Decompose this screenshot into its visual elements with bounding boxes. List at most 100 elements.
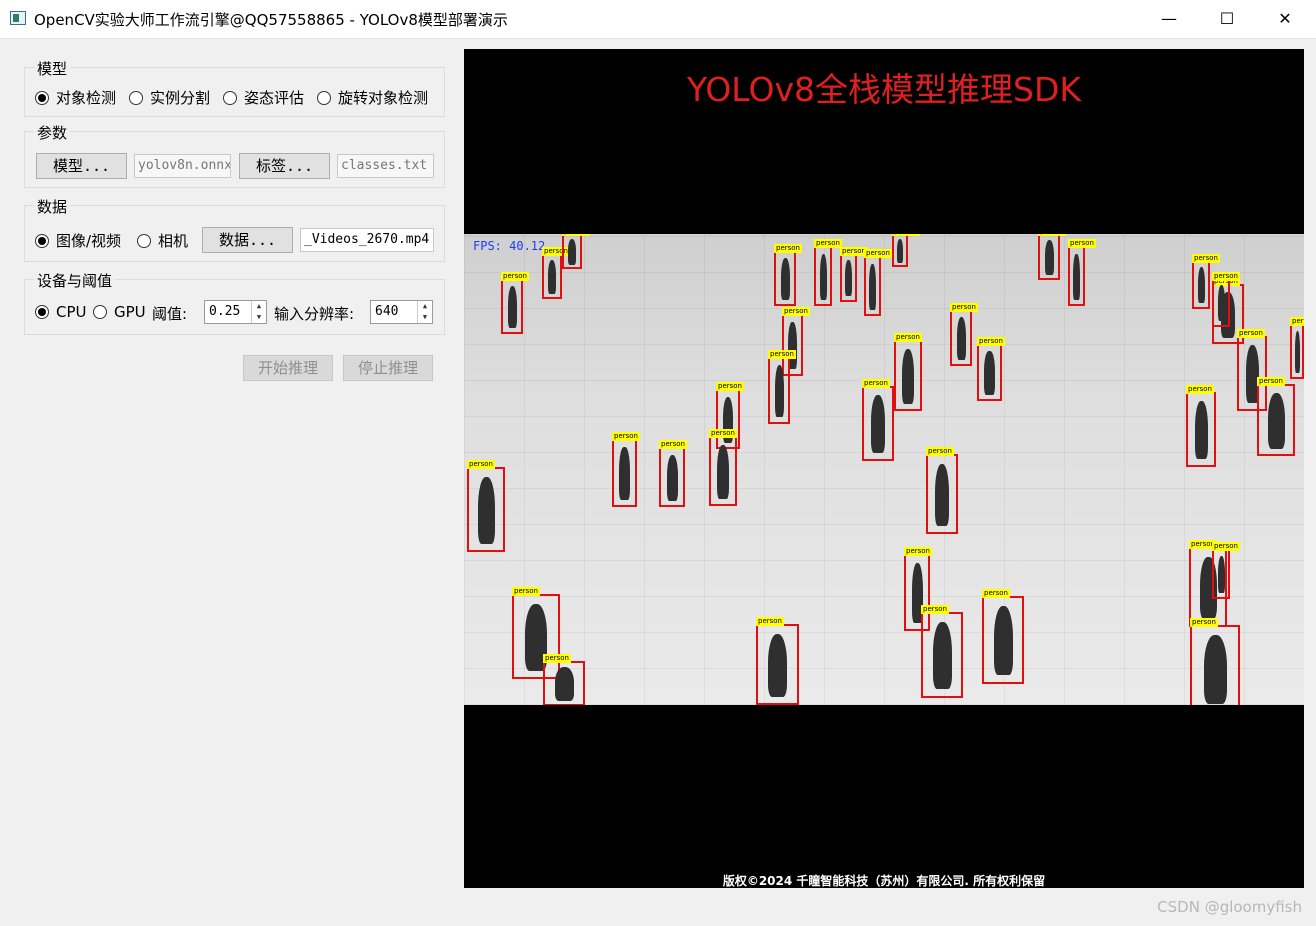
resolution-spinbox[interactable]: 640 ▲ ▼ <box>370 300 433 324</box>
person-figure <box>554 667 574 701</box>
close-button[interactable]: ✕ <box>1256 0 1314 38</box>
stop-inference-button[interactable]: 停止推理 <box>343 355 433 381</box>
params-group-label: 参数 <box>34 122 71 143</box>
model-group-label: 模型 <box>34 58 71 79</box>
threshold-spinbox[interactable]: 0.25 ▲ ▼ <box>204 300 267 324</box>
resolution-value: 640 <box>375 304 399 319</box>
radio-label: 图像/视频 <box>56 232 122 250</box>
person-figure <box>1294 331 1300 373</box>
threshold-label: 阈值: <box>152 305 188 323</box>
detection-box: person <box>1212 542 1240 599</box>
device-group-label: 设备与阈值 <box>34 270 116 291</box>
person-figure <box>548 260 556 294</box>
detection-label: person <box>782 307 810 316</box>
person-figure <box>1194 401 1208 460</box>
radio-obb[interactable]: 旋转对象检测 <box>317 87 428 108</box>
detection-label: person <box>1186 385 1214 394</box>
person-figure <box>897 238 903 263</box>
detection-label: person <box>774 244 802 253</box>
radio-label: 相机 <box>158 232 189 250</box>
radio-gpu[interactable]: GPU <box>93 303 146 321</box>
detection-box: person <box>612 432 640 507</box>
detection-box: person <box>840 247 868 302</box>
radio-detect[interactable]: 对象检测 <box>35 87 116 108</box>
radio-dot <box>35 233 49 248</box>
label-button[interactable]: 标签... <box>239 153 330 179</box>
radio-image-video[interactable]: 图像/视频 <box>35 230 121 251</box>
radio-label: 对象检测 <box>56 89 117 107</box>
detection-box: person <box>542 247 570 299</box>
person-figure <box>568 239 576 265</box>
person-figure <box>845 260 852 297</box>
person-figure <box>717 444 729 499</box>
detection-label: person <box>894 333 922 342</box>
person-figure <box>507 286 517 328</box>
detection-box: person <box>892 234 920 267</box>
model-button[interactable]: 模型... <box>36 153 127 179</box>
radio-segment[interactable]: 实例分割 <box>129 87 210 108</box>
maximize-button[interactable]: ☐ <box>1198 0 1256 38</box>
person-figure <box>984 351 995 395</box>
detection-label: person <box>512 587 540 596</box>
person-figure <box>774 365 784 417</box>
radio-dot <box>137 233 151 248</box>
radio-cpu[interactable]: CPU <box>35 303 87 321</box>
detection-label: person <box>921 605 949 614</box>
person-figure <box>993 606 1013 676</box>
spin-arrows-icon[interactable]: ▲ ▼ <box>251 301 266 323</box>
radio-label: CPU <box>56 303 87 321</box>
detection-label: person <box>1212 542 1240 551</box>
detection-box: person <box>467 460 505 552</box>
video-display: YOLOv8全栈模型推理SDK FPS: 40.12 person person p… <box>464 49 1304 888</box>
detection-box: person <box>950 303 978 366</box>
person-figure <box>780 258 790 300</box>
detection-label: person <box>1237 329 1265 338</box>
data-button[interactable]: 数据... <box>202 227 293 253</box>
person-figure <box>1217 285 1225 322</box>
model-path-field[interactable]: yolov8n.onnx <box>134 154 231 178</box>
person-figure <box>1073 253 1080 300</box>
start-inference-button[interactable]: 开始推理 <box>243 355 333 381</box>
detection-label: person <box>862 379 890 388</box>
person-figure <box>1217 555 1225 594</box>
radio-pose[interactable]: 姿态评估 <box>223 87 304 108</box>
radio-camera[interactable]: 相机 <box>137 230 188 251</box>
detection-box: person <box>709 429 737 506</box>
detection-label: person <box>543 654 571 663</box>
person-figure <box>767 633 788 697</box>
radio-dot <box>35 305 49 319</box>
detection-label: person <box>926 447 954 456</box>
radio-dot <box>35 90 49 105</box>
detection-box: person <box>1068 239 1096 306</box>
copyright-text: 版权©2024 千瞳智能科技（苏州）有限公司. 所有权利保留 <box>722 874 1046 888</box>
radio-dot <box>93 305 107 319</box>
detection-box: person <box>768 350 796 424</box>
detection-box: person <box>814 239 842 306</box>
minimize-button[interactable]: — <box>1140 0 1198 38</box>
data-path-field[interactable]: _Videos_2670.mp4 <box>300 228 434 252</box>
label-path-field[interactable]: classes.txt <box>337 154 434 178</box>
detection-label: person <box>501 272 529 281</box>
watermark: CSDN @gloomyfish <box>1157 898 1302 916</box>
detection-label: person <box>1192 254 1220 263</box>
detection-label: person <box>562 234 590 236</box>
threshold-value: 0.25 <box>209 304 241 319</box>
detection-label: person <box>904 547 932 556</box>
detection-label: person <box>768 350 796 359</box>
person-figure <box>477 477 495 544</box>
detection-label: person <box>612 432 640 441</box>
fps-readout: FPS: 40.12 <box>473 239 546 253</box>
person-figure <box>619 447 630 500</box>
detection-box: person <box>543 654 585 705</box>
detection-box: person <box>864 249 892 316</box>
spin-arrows-icon[interactable]: ▲ ▼ <box>417 301 432 323</box>
detection-label: person <box>864 249 892 258</box>
person-figure <box>902 348 914 404</box>
person-figure <box>1197 267 1205 304</box>
detection-label: person <box>709 429 737 438</box>
person-figure <box>819 253 827 300</box>
radio-dot <box>129 90 143 105</box>
detection-box: person <box>1038 234 1066 280</box>
radio-dot <box>317 90 331 105</box>
overlay-title: YOLOv8全栈模型推理SDK <box>686 70 1082 109</box>
